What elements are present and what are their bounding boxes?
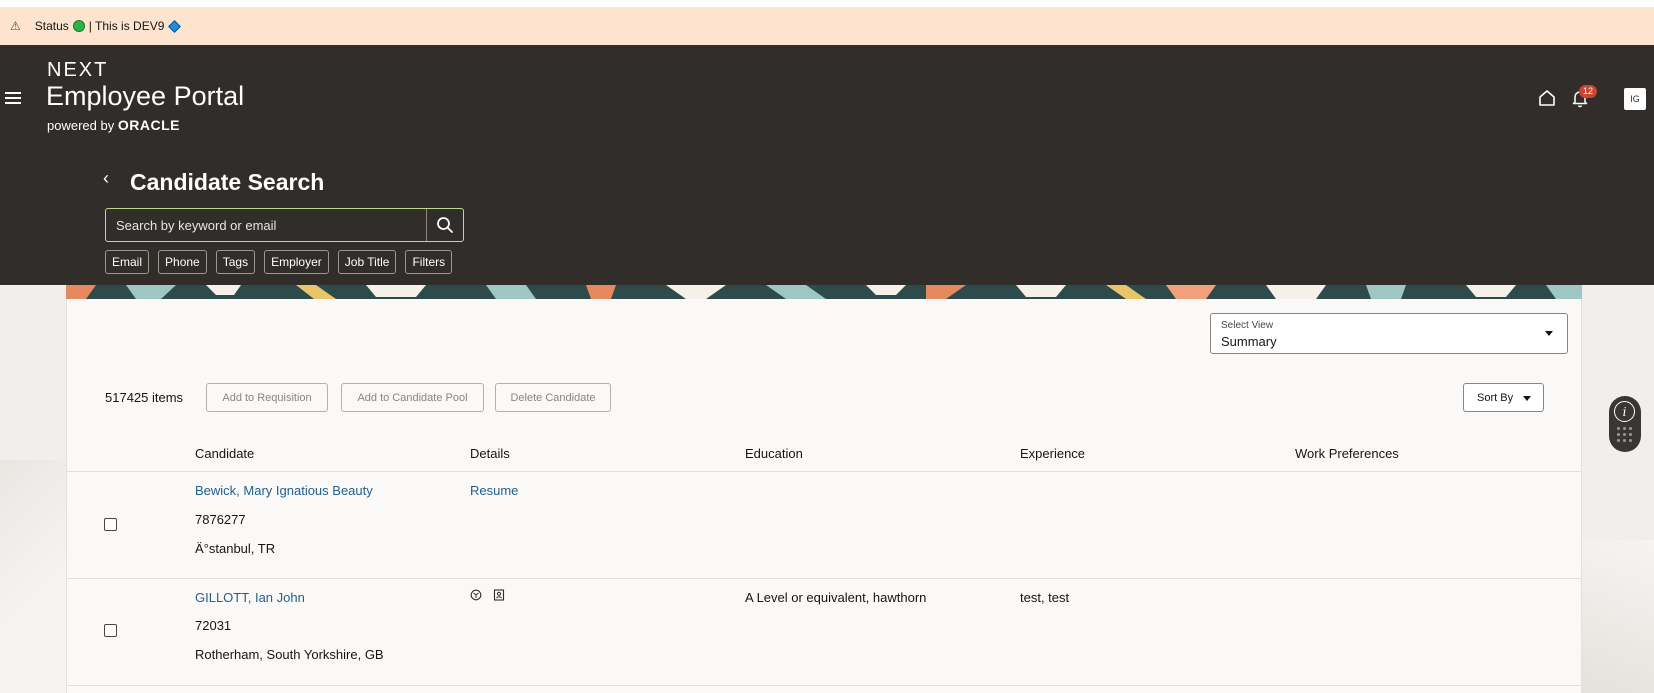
chip-employer[interactable]: Employer <box>264 250 329 274</box>
chip-tags[interactable]: Tags <box>215 250 256 274</box>
select-view-label: Select View <box>1221 320 1274 331</box>
user-avatar[interactable]: IG <box>1624 88 1646 110</box>
top-strip <box>0 0 1654 7</box>
brand-portal-title: Employee Portal <box>46 81 245 111</box>
decorative-banner <box>66 285 1582 299</box>
apps-grid-icon[interactable] <box>1617 427 1633 443</box>
column-header-candidate: Candidate <box>195 446 255 461</box>
brand-next-logo: NEXT <box>47 59 109 81</box>
search-filter-chips: Email Phone Tags Employer Job Title Filt… <box>105 250 453 274</box>
notification-count-badge: 12 <box>1579 85 1598 98</box>
info-icon[interactable]: i <box>1614 401 1635 422</box>
chevron-down-icon <box>1523 396 1531 401</box>
chip-job-title[interactable]: Job Title <box>337 250 397 274</box>
page-title: Candidate Search <box>130 169 325 195</box>
chevron-down-icon <box>1545 331 1553 336</box>
status-label: Status <box>34 19 69 33</box>
warning-icon: ⚠ <box>10 19 21 33</box>
row-select-checkbox[interactable] <box>104 624 117 637</box>
chip-phone[interactable]: Phone <box>158 250 207 274</box>
back-chevron-icon[interactable]: ‹ <box>103 169 109 187</box>
search-button[interactable] <box>426 209 463 241</box>
header-divider <box>67 471 1581 472</box>
column-header-details: Details <box>470 446 510 461</box>
candidate-id: 7876277 <box>195 512 246 527</box>
contact-card-icon[interactable] <box>493 589 505 601</box>
status-green-dot-icon <box>72 20 85 32</box>
home-icon[interactable] <box>1537 88 1557 108</box>
background-decoration-left <box>0 460 70 693</box>
environment-text: | This is DEV9 <box>88 19 165 33</box>
column-header-education: Education <box>745 446 803 461</box>
sort-by-button[interactable]: Sort By <box>1463 383 1544 412</box>
row-divider <box>67 578 1581 579</box>
globe-link-icon[interactable] <box>470 589 482 601</box>
powered-by-oracle: powered by ORACLE <box>47 117 180 133</box>
blue-diamond-icon <box>168 19 182 33</box>
candidate-id: 72031 <box>195 618 232 633</box>
hamburger-menu-icon[interactable] <box>5 92 21 104</box>
help-widget[interactable]: i <box>1609 396 1641 452</box>
resume-link[interactable]: Resume <box>470 483 518 498</box>
row-select-checkbox[interactable] <box>104 518 117 531</box>
candidate-name-link[interactable]: Bewick, Mary Ignatious Beauty <box>195 483 373 498</box>
candidate-education: A Level or equivalent, hawthorn <box>745 590 927 605</box>
add-to-requisition-button[interactable]: Add to Requisition <box>206 383 328 412</box>
candidate-experience: test, test <box>1020 590 1070 605</box>
chip-filters[interactable]: Filters <box>405 250 453 274</box>
row-divider <box>67 685 1581 686</box>
powered-by-text: powered by <box>47 118 115 133</box>
delete-candidate-button[interactable]: Delete Candidate <box>495 383 611 412</box>
candidate-location: Ä°stanbul, TR <box>195 541 276 556</box>
search-input[interactable] <box>106 209 426 241</box>
column-header-experience: Experience <box>1020 446 1086 461</box>
search-icon <box>437 217 453 233</box>
items-count: 517425 items <box>105 390 184 405</box>
sort-by-label: Sort By <box>1477 391 1514 404</box>
oracle-logo: ORACLE <box>117 117 180 133</box>
search-box <box>105 208 464 242</box>
select-view-dropdown[interactable]: Select View Summary <box>1210 313 1568 354</box>
candidate-name-link[interactable]: GILLOTT, Ian John <box>195 590 305 605</box>
app-header: NEXT Employee Portal powered by ORACLE 1… <box>0 45 1654 285</box>
candidate-location: Rotherham, South Yorkshire, GB <box>195 647 384 662</box>
column-header-work-preferences: Work Preferences <box>1295 446 1399 461</box>
chip-email[interactable]: Email <box>105 250 150 274</box>
select-view-value: Summary <box>1221 334 1277 349</box>
environment-status-bar: ⚠ Status | This is DEV9 <box>0 7 1654 45</box>
background-decoration-right <box>1582 540 1654 693</box>
add-to-candidate-pool-button[interactable]: Add to Candidate Pool <box>341 383 484 412</box>
